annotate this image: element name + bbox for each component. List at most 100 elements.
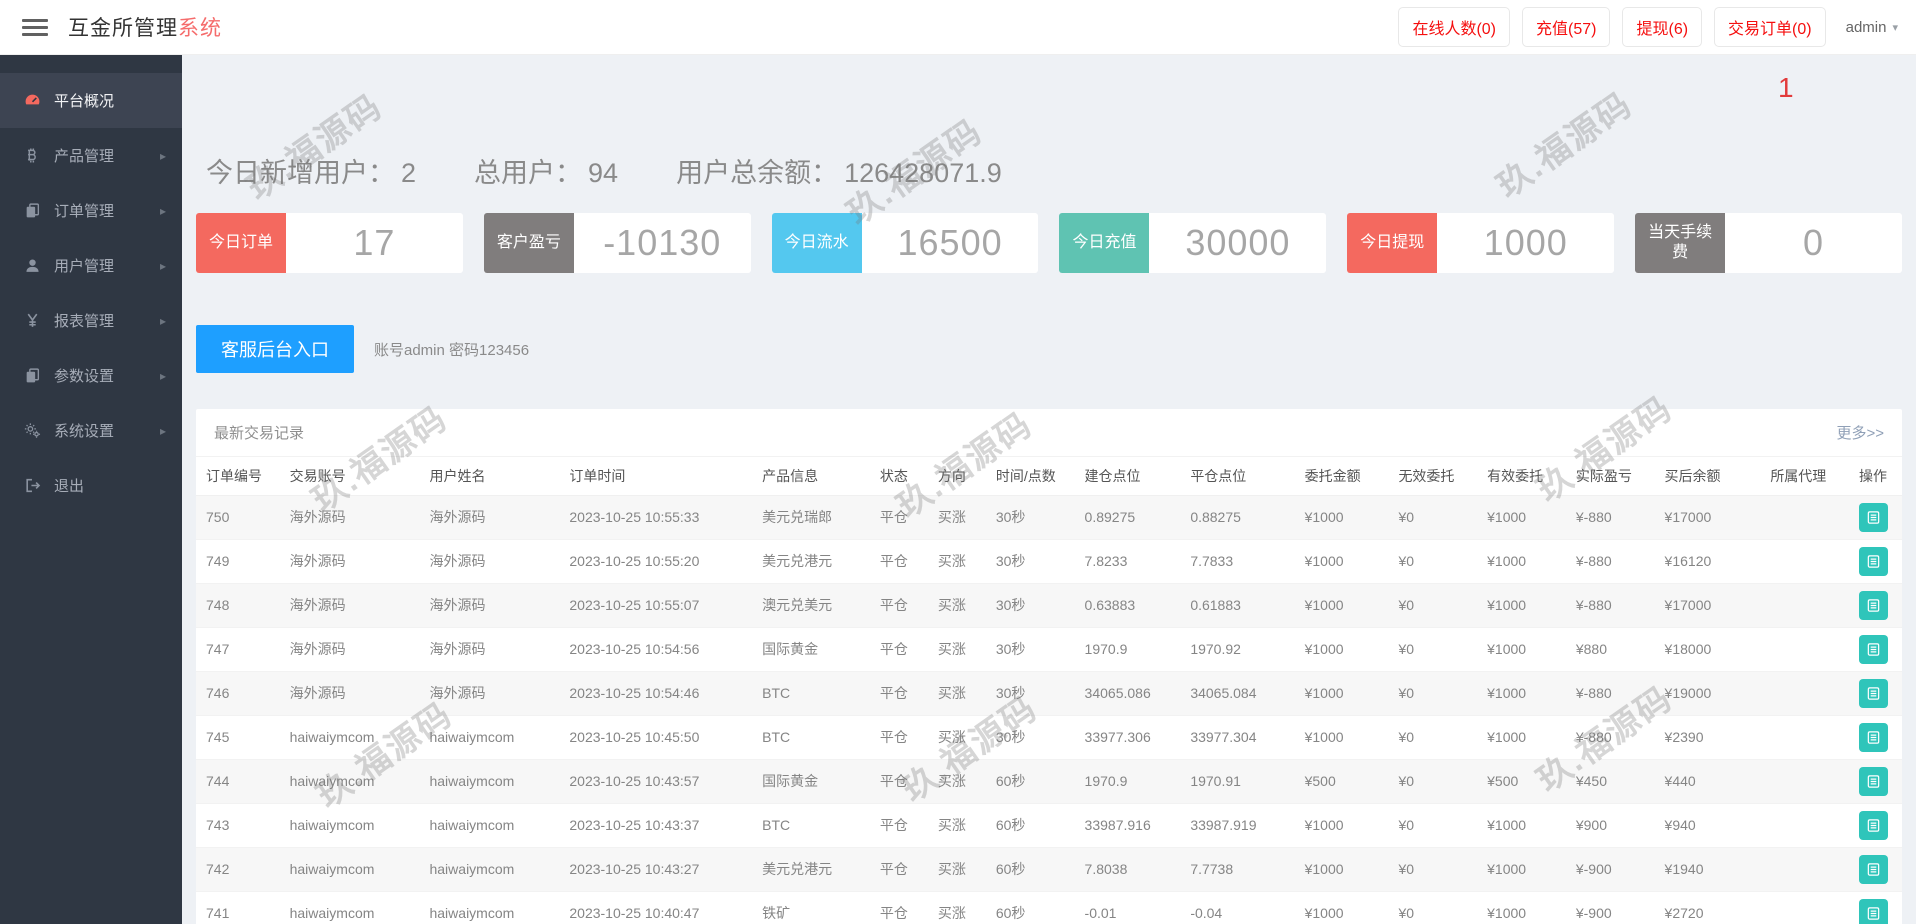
table-row: 746 海外源码 海外源码 2023-10-25 10:54:46 BTC 平仓 买涨 30秒…	[196, 671, 1902, 716]
cell-action	[1849, 627, 1902, 672]
bitcoin-icon	[22, 147, 42, 165]
col-direction: 方向	[927, 457, 986, 496]
cell-valid-entrust: ¥1000	[1477, 583, 1566, 628]
card-value: 17	[353, 222, 396, 263]
cell-duration: 30秒	[985, 671, 1075, 716]
stat-label: 用户总余额：	[676, 158, 839, 188]
table-row: 744 haiwaiymcom haiwaiymcom 2023-10-25 10:4…	[196, 759, 1902, 804]
cell-duration: 60秒	[985, 891, 1075, 924]
sidebar-item-system-settings[interactable]: 系统设置 ▸	[0, 403, 182, 458]
cell-valid-entrust: ¥1000	[1477, 627, 1566, 672]
cell-invalid-entrust: ¥0	[1388, 759, 1478, 804]
cell-direction: 买涨	[927, 627, 986, 672]
admin-menu[interactable]: admin ▾	[1846, 19, 1898, 36]
cell-direction: 买涨	[927, 671, 986, 716]
sidebar-item-product-management[interactable]: 产品管理 ▸	[0, 128, 182, 183]
cell-actual-profit: ¥880	[1565, 627, 1655, 672]
cell-close-price: 1970.92	[1180, 627, 1295, 672]
cell-action	[1849, 847, 1902, 892]
cell-valid-entrust: ¥1000	[1477, 495, 1566, 540]
header-stat-button-0[interactable]: 在线人数(0)	[1398, 7, 1511, 47]
cell-valid-entrust: ¥1000	[1477, 539, 1566, 584]
cell-order-time: 2023-10-25 10:54:46	[559, 671, 753, 716]
panel-title: 最新交易记录	[214, 425, 305, 442]
cell-invalid-entrust: ¥0	[1388, 539, 1478, 584]
cell-close-price: 0.61883	[1180, 583, 1295, 628]
sidebar-item-user-management[interactable]: 用户管理 ▸	[0, 238, 182, 293]
chevron-right-icon: ▸	[159, 258, 166, 273]
sidebar-item-parameter-settings[interactable]: 参数设置 ▸	[0, 348, 182, 403]
cell-product: 国际黄金	[752, 759, 870, 804]
header-stat-button-1[interactable]: 充值(57)	[1522, 7, 1611, 47]
admin-username: admin	[1845, 18, 1887, 36]
order-detail-button[interactable]	[1859, 810, 1889, 840]
header-stat-button-2[interactable]: 提现(6)	[1622, 7, 1703, 47]
cell-agent	[1760, 627, 1850, 672]
sidebar-item-report-management[interactable]: 报表管理 ▸	[0, 293, 182, 348]
order-detail-button[interactable]	[1859, 590, 1889, 620]
cell-order-id: 747	[196, 627, 280, 672]
header-stat-button-3[interactable]: 交易订单(0)	[1714, 7, 1826, 47]
col-product: 产品信息	[752, 457, 870, 496]
cell-duration: 30秒	[985, 583, 1075, 628]
title-accent: 系统	[178, 17, 222, 40]
order-detail-button[interactable]	[1859, 766, 1889, 796]
cell-account: haiwaiymcom	[279, 715, 420, 760]
sidebar-item-order-management[interactable]: 订单管理 ▸	[0, 183, 182, 238]
cell-account: haiwaiymcom	[279, 847, 420, 892]
cell-invalid-entrust: ¥0	[1388, 803, 1478, 848]
menu-toggle-icon[interactable]	[22, 15, 48, 40]
col-action: 操作	[1849, 457, 1902, 496]
cell-username: haiwaiymcom	[419, 891, 560, 924]
order-detail-button[interactable]	[1859, 634, 1889, 664]
overview-stats: 今日新增用户： 2 总用户： 94 用户总余额： 126428071.9	[196, 151, 1902, 190]
user-icon	[22, 257, 42, 275]
chevron-right-icon: ▸	[159, 368, 166, 383]
stat-cards: 今日订单 17 客户盈亏 -10130 今日流水 16500 今日充值 30000 今日提现 10…	[196, 213, 1902, 273]
order-detail-button[interactable]	[1859, 678, 1889, 708]
cell-balance-after: ¥17000	[1654, 583, 1761, 628]
order-detail-button[interactable]	[1859, 722, 1889, 752]
table-row: 745 haiwaiymcom haiwaiymcom 2023-10-25 10:4…	[196, 715, 1902, 760]
cell-actual-profit: ¥-880	[1565, 495, 1655, 540]
sidebar-item-platform-overview[interactable]: 平台概况	[0, 73, 182, 128]
cell-valid-entrust: ¥1000	[1477, 891, 1566, 924]
cell-close-price: 0.88275	[1180, 495, 1295, 540]
cell-order-id: 741	[196, 891, 280, 924]
cell-product: BTC	[752, 803, 870, 848]
sidebar-item-label: 用户管理	[54, 258, 115, 275]
cell-action	[1849, 495, 1902, 540]
cell-product: 铁矿	[752, 891, 870, 924]
overview-stat-1: 总用户： 94	[474, 158, 618, 188]
cell-action	[1849, 671, 1902, 716]
cell-entrust-amount: ¥1000	[1294, 539, 1389, 584]
cell-close-price: 33977.304	[1180, 715, 1295, 760]
order-detail-button[interactable]	[1859, 502, 1889, 532]
table-row: 743 haiwaiymcom haiwaiymcom 2023-10-25 10:4…	[196, 803, 1902, 848]
cell-status: 平仓	[869, 627, 928, 672]
order-detail-button[interactable]	[1859, 854, 1889, 884]
col-actual-profit: 实际盈亏	[1565, 457, 1655, 496]
order-detail-button[interactable]	[1859, 546, 1889, 576]
cell-close-price: 7.7833	[1180, 539, 1295, 584]
order-detail-button[interactable]	[1859, 898, 1889, 924]
cell-invalid-entrust: ¥0	[1388, 583, 1478, 628]
sidebar-item-label: 平台概况	[54, 93, 115, 110]
cell-order-id: 748	[196, 583, 280, 628]
cell-direction: 买涨	[927, 891, 986, 924]
page-title: 互金所管理系统	[68, 12, 222, 42]
sidebar-item-label: 参数设置	[54, 368, 115, 385]
more-link[interactable]: 更多>>	[1836, 422, 1884, 443]
sidebar-item-logout[interactable]: 退出	[0, 458, 182, 513]
cell-invalid-entrust: ¥0	[1388, 671, 1478, 716]
cell-order-time: 2023-10-25 10:54:56	[559, 627, 753, 672]
cell-status: 平仓	[869, 671, 928, 716]
cell-agent	[1760, 671, 1850, 716]
col-close-price: 平仓点位	[1180, 457, 1295, 496]
cell-username: 海外源码	[419, 583, 560, 628]
cell-duration: 30秒	[985, 715, 1075, 760]
cell-account: 海外源码	[279, 539, 420, 584]
col-entrust-amount: 委托金额	[1294, 457, 1389, 496]
cell-close-price: 34065.084	[1180, 671, 1295, 716]
service-portal-button[interactable]: 客服后台入口	[196, 325, 354, 373]
